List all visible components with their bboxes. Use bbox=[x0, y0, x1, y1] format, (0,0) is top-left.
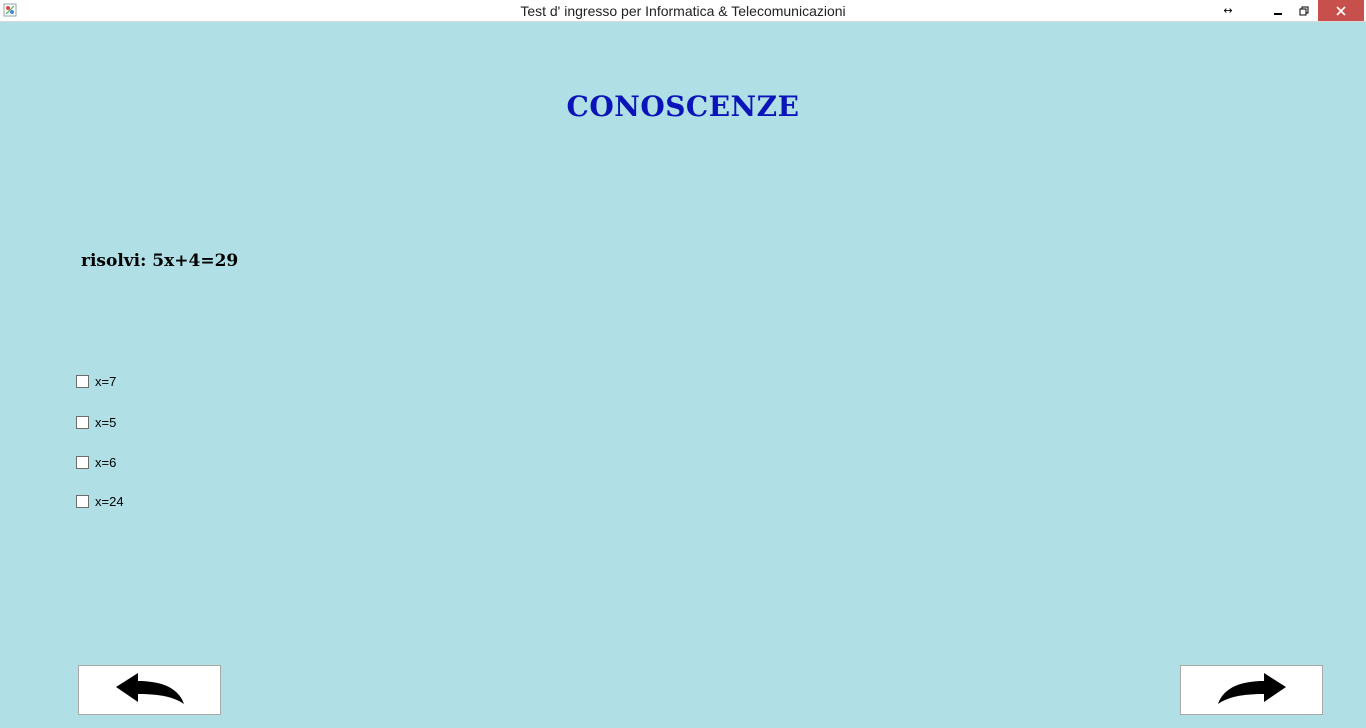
checkbox[interactable] bbox=[76, 374, 89, 388]
option-x6[interactable]: x=6 bbox=[76, 454, 116, 470]
resize-button[interactable]: ↔ bbox=[1216, 0, 1240, 21]
close-button[interactable] bbox=[1318, 0, 1364, 21]
option-label: x=5 bbox=[95, 414, 117, 430]
question-text: risolvi: 5x+4=29 bbox=[81, 251, 239, 271]
checkbox[interactable] bbox=[76, 455, 89, 469]
option-label: x=24 bbox=[95, 493, 124, 509]
next-button[interactable] bbox=[1180, 665, 1323, 715]
option-label: x=6 bbox=[95, 454, 117, 470]
maximize-button[interactable] bbox=[1292, 0, 1316, 21]
title-bar: Test d' ingresso per Informatica & Telec… bbox=[0, 0, 1366, 22]
option-x24[interactable]: x=24 bbox=[76, 493, 124, 509]
checkbox[interactable] bbox=[76, 494, 89, 508]
close-icon bbox=[1336, 5, 1346, 16]
window-title: Test d' ingresso per Informatica & Telec… bbox=[520, 3, 846, 19]
arrow-back-icon bbox=[115, 673, 184, 704]
restore-icon bbox=[1299, 6, 1309, 15]
minimize-icon bbox=[1274, 12, 1282, 15]
arrow-forward-icon bbox=[1217, 673, 1286, 704]
back-button[interactable] bbox=[78, 665, 221, 715]
option-label: x=7 bbox=[95, 373, 117, 389]
page-title: CONOSCENZE bbox=[566, 90, 800, 123]
option-x7[interactable]: x=7 bbox=[76, 373, 116, 389]
checkbox[interactable] bbox=[76, 415, 89, 429]
app-window: Test d' ingresso per Informatica & Telec… bbox=[0, 0, 1366, 728]
minimize-button[interactable] bbox=[1266, 0, 1290, 21]
option-x5[interactable]: x=5 bbox=[76, 414, 116, 430]
